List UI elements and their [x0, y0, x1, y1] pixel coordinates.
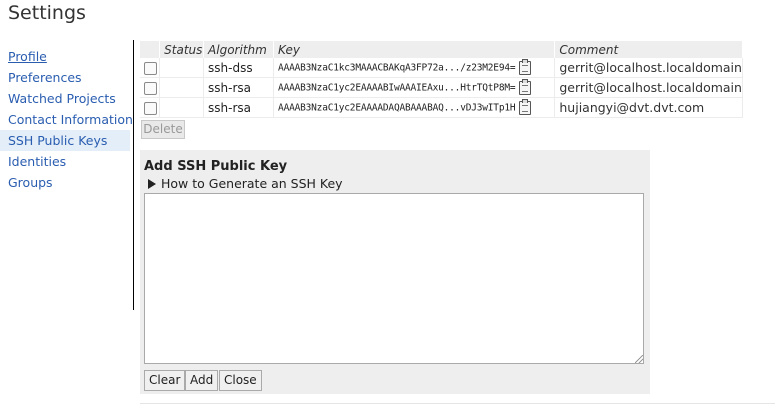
- howto-label: How to Generate an SSH Key: [161, 176, 343, 191]
- nav-item-preferences[interactable]: Preferences: [0, 67, 130, 88]
- key-text: AAAAB3NzaC1yc2EAAAABIwAAAIEAxu...HtrTQtP…: [278, 82, 516, 93]
- status-cell: [159, 97, 205, 118]
- row-checkbox[interactable]: [144, 61, 157, 75]
- nav-item-ssh-public-keys[interactable]: SSH Public Keys: [0, 130, 130, 151]
- add-button[interactable]: Add: [185, 370, 219, 391]
- comment-cell: gerrit@localhost.localdomain: [554, 77, 743, 98]
- howto-disclosure[interactable]: How to Generate an SSH Key: [148, 176, 343, 191]
- row-checkbox[interactable]: [144, 101, 157, 115]
- nav-item-profile[interactable]: Profile: [0, 46, 130, 67]
- resize-grip-icon[interactable]: [635, 355, 643, 363]
- algorithm-column-header: Algorithm: [203, 41, 275, 58]
- ssh-key-textarea[interactable]: [144, 193, 644, 364]
- delete-button[interactable]: Delete: [141, 120, 185, 139]
- row-checkbox[interactable]: [144, 81, 157, 95]
- nav-item-contact-information[interactable]: Contact Information: [0, 109, 133, 130]
- key-column-header: Key: [273, 41, 556, 58]
- close-button[interactable]: Close: [219, 370, 262, 391]
- table-row: ssh-rsa AAAAB3NzaC1yc2EAAAABIwAAAIEAxu..…: [140, 77, 743, 98]
- footer-divider: [140, 403, 775, 404]
- algorithm-cell: ssh-rsa: [203, 97, 275, 118]
- settings-nav: Profile Preferences Watched Projects Con…: [0, 46, 133, 193]
- nav-item-groups[interactable]: Groups: [0, 172, 130, 193]
- add-key-title: Add SSH Public Key: [144, 159, 288, 174]
- comment-cell: gerrit@localhost.localdomain: [554, 58, 743, 78]
- page-title: Settings: [8, 2, 86, 24]
- key-text: AAAAB3NzaC1kc3MAAACBAKqA3FP72a.../z23M2E…: [278, 62, 516, 73]
- add-ssh-key-panel: Add SSH Public Key How to Generate an SS…: [140, 150, 650, 394]
- clipboard-icon[interactable]: [519, 98, 532, 115]
- nav-item-identities[interactable]: Identities: [0, 151, 130, 172]
- nav-item-watched-projects[interactable]: Watched Projects: [0, 88, 130, 109]
- key-text: AAAAB3NzaC1yc2EAAAADAQABAAABAQ...vDJ3wIT…: [278, 102, 516, 113]
- key-cell: AAAAB3NzaC1yc2EAAAABIwAAAIEAxu...HtrTQtP…: [273, 77, 556, 98]
- comment-cell: hujiangyi@dvt.dvt.com: [554, 97, 743, 118]
- select-column-header: [140, 41, 161, 58]
- key-cell: AAAAB3NzaC1yc2EAAAADAQABAAABAQ...vDJ3wIT…: [273, 97, 556, 118]
- table-row: ssh-rsa AAAAB3NzaC1yc2EAAAADAQABAAABAQ..…: [140, 97, 743, 118]
- table-row: ssh-dss AAAAB3NzaC1kc3MAAACBAKqA3FP72a..…: [140, 58, 743, 78]
- algorithm-cell: ssh-rsa: [203, 77, 275, 98]
- table-header-row: Status Algorithm Key Comment: [140, 41, 743, 58]
- clear-button[interactable]: Clear: [144, 370, 186, 391]
- status-cell: [159, 77, 205, 98]
- nav-divider: [133, 40, 134, 310]
- clipboard-icon[interactable]: [519, 58, 532, 75]
- key-cell: AAAAB3NzaC1kc3MAAACBAKqA3FP72a.../z23M2E…: [273, 58, 556, 78]
- ssh-keys-table: Status Algorithm Key Comment ssh-dss AAA…: [140, 41, 743, 118]
- algorithm-cell: ssh-dss: [203, 58, 275, 78]
- comment-column-header: Comment: [554, 41, 743, 58]
- status-cell: [159, 58, 205, 78]
- clipboard-icon[interactable]: [519, 78, 532, 95]
- status-column-header: Status: [159, 41, 205, 58]
- disclosure-triangle-icon: [148, 179, 156, 189]
